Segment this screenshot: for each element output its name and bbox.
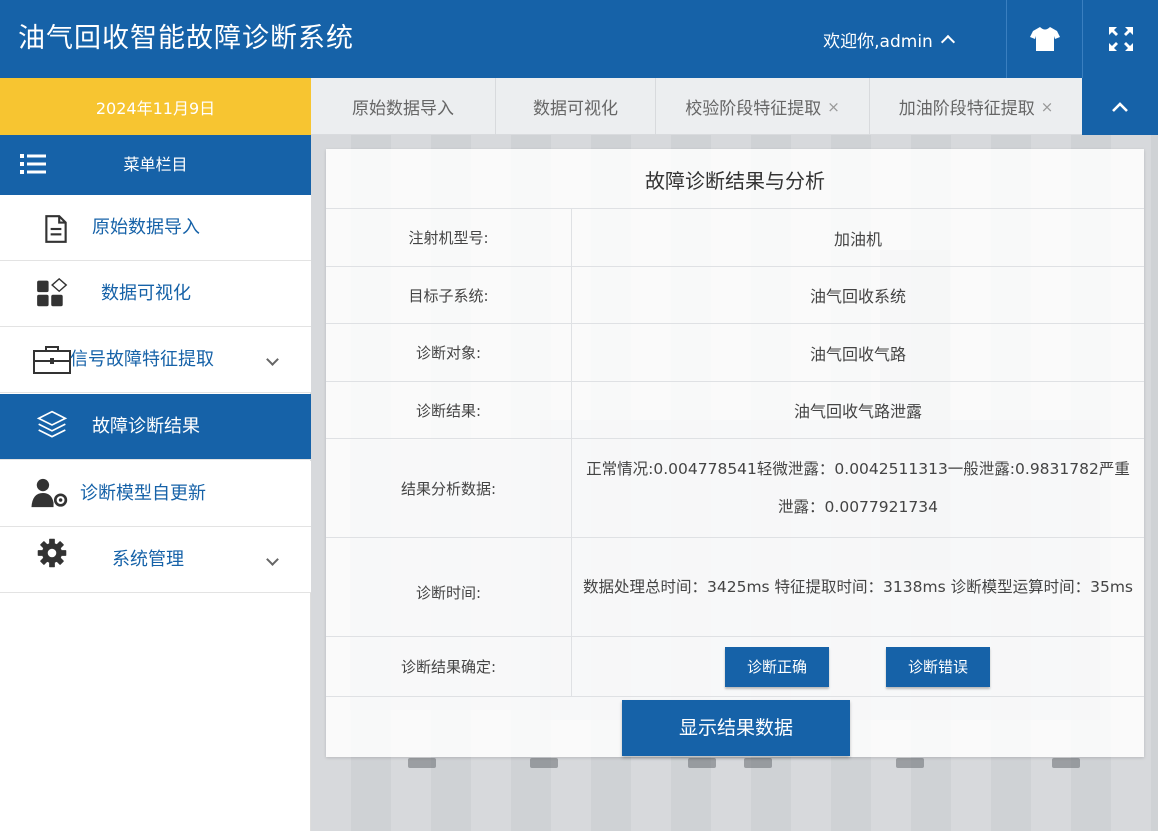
table-row: 注射机型号: 加油机 (326, 209, 1144, 267)
row-value: 油气回收气路泄露 (793, 402, 922, 421)
sidebar-item-label: 数据可视化 (101, 283, 191, 304)
tab-calibration-feature-extraction[interactable]: 校验阶段特征提取 × (656, 78, 870, 135)
tab-refuel-feature-extraction[interactable]: 加油阶段特征提取 × (870, 78, 1082, 135)
result-analysis-data: 正常情况:0.004778541轻微泄露：0.0042511313一般泄露:0.… (586, 460, 1130, 516)
current-date: 2024年11月9日 (0, 78, 311, 135)
row-key: 结果分析数据: (326, 439, 572, 537)
expand-icon (1108, 27, 1133, 51)
row-value: 加油机 (833, 229, 882, 249)
diagnosis-result-panel: 故障诊断结果与分析 注射机型号: 加油机 目标子系统: 油气回收系统 诊断对象:… (326, 149, 1144, 757)
row-key: 诊断时间: (326, 538, 572, 636)
show-result-data-button[interactable]: 显示结果数据 (622, 700, 850, 756)
fullscreen-button[interactable] (1082, 0, 1158, 78)
theme-button[interactable] (1006, 0, 1082, 78)
user-gear-icon (31, 478, 68, 508)
diagnosis-wrong-button[interactable]: 诊断错误 (886, 647, 990, 687)
chevron-up-icon (940, 34, 955, 50)
diagnosis-time: 数据处理总时间：3425ms 特征提取时间：3138ms 诊断模型运算时间：35… (583, 578, 1133, 596)
blocks-icon (37, 278, 68, 307)
row-key: 诊断结果: (326, 382, 572, 438)
tab-raw-data-import[interactable]: 原始数据导入 (311, 78, 496, 135)
gear-icon (37, 538, 67, 568)
sidebar-item-raw-data-import[interactable]: 原始数据导入 (0, 195, 311, 261)
sidebar-item-system-management[interactable]: 系统管理 (0, 527, 311, 593)
sidebar-item-fault-diagnosis-result[interactable]: 故障诊断结果 (0, 394, 311, 460)
row-key: 目标子系统: (326, 267, 572, 323)
table-row: 目标子系统: 油气回收系统 (326, 267, 1144, 324)
sidebar-item-model-self-update[interactable]: 诊断模型自更新 (0, 461, 311, 527)
document-icon (45, 215, 67, 243)
row-value: 油气回收气路 (809, 344, 906, 364)
tab-label: 原始数据导入 (352, 99, 454, 119)
sidebar-item-label: 原始数据导入 (92, 217, 200, 238)
toolbox-icon (33, 346, 71, 374)
background-photo (896, 758, 924, 768)
background-photo (408, 758, 436, 768)
user-menu[interactable]: 欢迎你,admin (770, 0, 1006, 78)
background-photo (1052, 758, 1080, 768)
tab-label: 加油阶段特征提取 (898, 99, 1035, 119)
chevron-down-icon (266, 353, 279, 366)
sidebar-item-signal-fault-feature-extraction[interactable]: 信号故障特征提取 (0, 327, 311, 393)
table-row: 诊断结果: 油气回收气路泄露 (326, 382, 1144, 439)
sidebar-item-label: 故障诊断结果 (92, 416, 200, 437)
background-photo (744, 758, 772, 768)
tshirt-icon (1029, 27, 1060, 51)
table-row: 诊断时间: 数据处理总时间：3425ms 特征提取时间：3138ms 诊断模型运… (326, 538, 1144, 637)
close-icon[interactable]: × (1041, 98, 1054, 116)
diagnosis-correct-button[interactable]: 诊断正确 (725, 647, 829, 687)
app-title: 油气回收智能故障诊断系统 (18, 23, 354, 54)
background-photo (688, 758, 716, 768)
tab-bar: 原始数据导入 数据可视化 校验阶段特征提取 × 加油阶段特征提取 × (311, 78, 1158, 135)
close-icon[interactable]: × (827, 98, 840, 116)
table-row: 诊断对象: 油气回收气路 (326, 324, 1144, 382)
chevron-up-icon (1112, 101, 1128, 112)
sidebar-item-label: 诊断模型自更新 (80, 483, 206, 504)
layers-icon (36, 410, 68, 438)
sidebar: 菜单栏目 原始数据导入 数据可视化 信号故障特征提取 故障诊断结果 诊断模型自更… (0, 135, 311, 831)
tab-label: 数据可视化 (533, 99, 618, 119)
row-key: 诊断结果确定: (326, 637, 572, 696)
menu-header[interactable]: 菜单栏目 (0, 135, 311, 195)
panel-title: 故障诊断结果与分析 (326, 149, 1144, 209)
welcome-text: 欢迎你,admin (823, 31, 933, 52)
sidebar-item-label: 系统管理 (112, 549, 184, 570)
tab-data-visualization[interactable]: 数据可视化 (496, 78, 656, 135)
sidebar-item-label: 信号故障特征提取 (70, 349, 214, 370)
tab-label: 校验阶段特征提取 (685, 99, 822, 119)
row-key: 诊断对象: (326, 324, 572, 381)
row-key: 注射机型号: (326, 209, 572, 266)
row-value: 油气回收系统 (809, 287, 906, 306)
chevron-down-icon (266, 553, 279, 566)
tabs-collapse-button[interactable] (1082, 78, 1158, 135)
background-photo (530, 758, 558, 768)
sidebar-item-data-visualization[interactable]: 数据可视化 (0, 261, 311, 327)
table-row: 诊断结果确定: 诊断正确 诊断错误 (326, 637, 1144, 697)
app-header: 油气回收智能故障诊断系统 欢迎你,admin (0, 0, 1158, 78)
menu-header-label: 菜单栏目 (123, 155, 188, 174)
table-row: 结果分析数据: 正常情况:0.004778541轻微泄露：0.004251131… (326, 439, 1144, 538)
